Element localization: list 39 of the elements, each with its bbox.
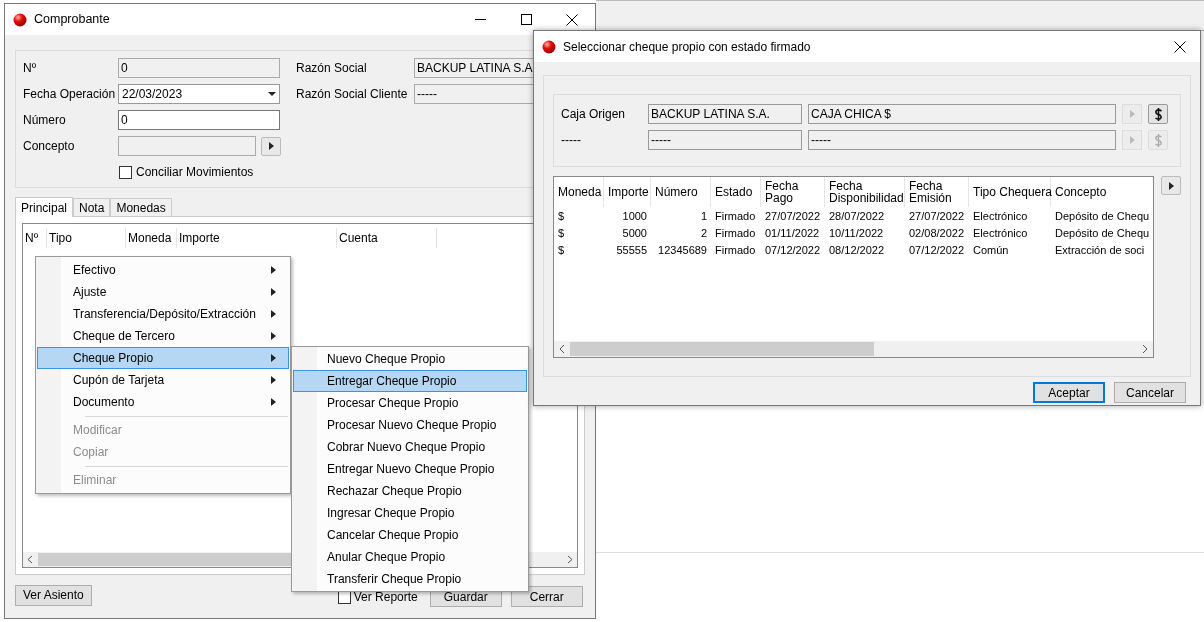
field-label: Caja Origen — [561, 106, 627, 123]
field-label: Número — [23, 112, 67, 129]
table-cell-text: 27/07/2022 — [908, 209, 966, 225]
table-cell-text: 27/07/2022 — [764, 209, 822, 225]
table-cell-text: 10/11/2022 — [828, 226, 885, 242]
table-cell-text: Firmado — [714, 209, 757, 225]
table-cell-text: Depósito de Chequ — [1054, 209, 1151, 225]
field-label: Razón Social — [296, 60, 368, 77]
table-cell-text: Firmado — [714, 243, 757, 259]
table-cell-text: Firmado — [714, 226, 757, 242]
field-label: Fecha Operación — [23, 86, 117, 103]
table-cell-text: Electrónico — [972, 226, 1029, 242]
table-cell-text: Depósito de Chequ — [1054, 226, 1151, 242]
table-cell-text: 01/11/2022 — [764, 226, 821, 242]
checkbox-label: Conciliar Movimientos — [136, 164, 254, 181]
field-label: ----- — [561, 132, 582, 149]
table-cell-text: $ — [557, 209, 566, 225]
table-cell-text: 02/08/2022 — [908, 226, 966, 242]
table-cell-text: 1000 — [621, 209, 648, 225]
table-cell-text: Común — [972, 243, 1010, 259]
checkbox-label: Ver Reporte — [353, 589, 418, 606]
table-cell-text: 28/07/2022 — [828, 209, 886, 225]
field-label: Concepto — [23, 138, 76, 155]
table-cell-text: $ — [557, 243, 566, 259]
table-cell-text: 5000 — [621, 226, 648, 242]
table-cell-text: 07/12/2022 — [764, 243, 822, 259]
field-label: Razón Social Cliente — [296, 86, 409, 103]
table-cell-text: $ — [557, 226, 566, 242]
table-cell-text: 1 — [699, 209, 708, 225]
table-cell-text: 07/12/2022 — [908, 243, 966, 259]
field-label: Nº — [23, 60, 38, 77]
window-title: Comprobante — [34, 11, 110, 29]
table-cell-text: 12345689 — [657, 243, 708, 259]
window-title: Seleccionar cheque propio con estado firmado — [563, 38, 811, 56]
table-cell-text: Electrónico — [972, 209, 1029, 225]
table-cell-text: 55555 — [615, 243, 648, 259]
table-cell-text: 08/12/2022 — [828, 243, 886, 259]
table-cell-text: Extracción de soci — [1054, 243, 1146, 259]
table-cell-text: 2 — [699, 226, 708, 242]
